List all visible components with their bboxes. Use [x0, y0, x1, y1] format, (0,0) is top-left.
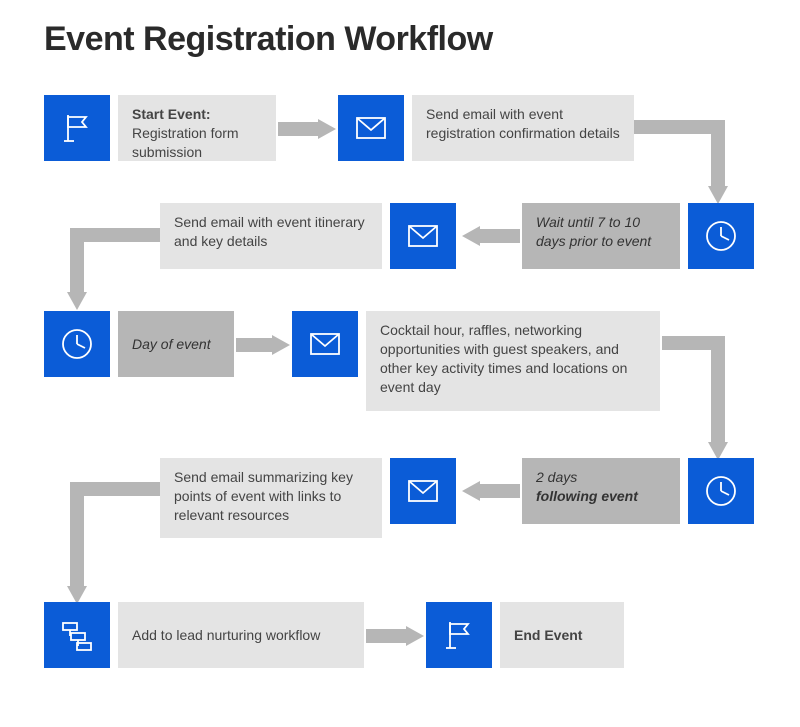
flag-icon — [44, 95, 110, 161]
clock-icon — [688, 203, 754, 269]
step4-text: Cocktail hour, raffles, networking oppor… — [366, 311, 660, 411]
end-text: End Event — [500, 602, 624, 668]
arrow-down-icon — [634, 120, 734, 210]
step2-text: Send email with event registration confi… — [412, 95, 634, 161]
arrow-down-icon — [60, 228, 160, 314]
arrow-down-icon — [662, 336, 732, 466]
arrow-right-icon — [278, 118, 336, 140]
workflow-icon — [44, 602, 110, 668]
wait2-text: Day of event — [118, 311, 234, 377]
step6-text: Add to lead nurturing workflow — [118, 602, 364, 668]
clock-icon — [44, 311, 110, 377]
arrow-right-icon — [366, 625, 424, 647]
arrow-right-icon — [236, 334, 290, 356]
page-title: Event Registration Workflow — [44, 20, 493, 59]
start-desc: Registration form submission — [132, 125, 239, 160]
envelope-icon — [338, 95, 404, 161]
wait1-text: Wait until 7 to 10 days prior to event — [522, 203, 680, 269]
envelope-icon — [390, 458, 456, 524]
flag-icon — [426, 602, 492, 668]
wait3-text: 2 days following event — [522, 458, 680, 524]
clock-icon — [688, 458, 754, 524]
step3-text: Send email with event itinerary and key … — [160, 203, 382, 269]
step5-text: Send email summarizing key points of eve… — [160, 458, 382, 538]
arrow-left-icon — [460, 225, 520, 247]
arrow-down-icon — [60, 482, 160, 608]
envelope-icon — [292, 311, 358, 377]
start-label: Start Event: — [132, 106, 211, 122]
arrow-left-icon — [460, 480, 520, 502]
start-text: Start Event: Registration form submissio… — [118, 95, 276, 161]
envelope-icon — [390, 203, 456, 269]
